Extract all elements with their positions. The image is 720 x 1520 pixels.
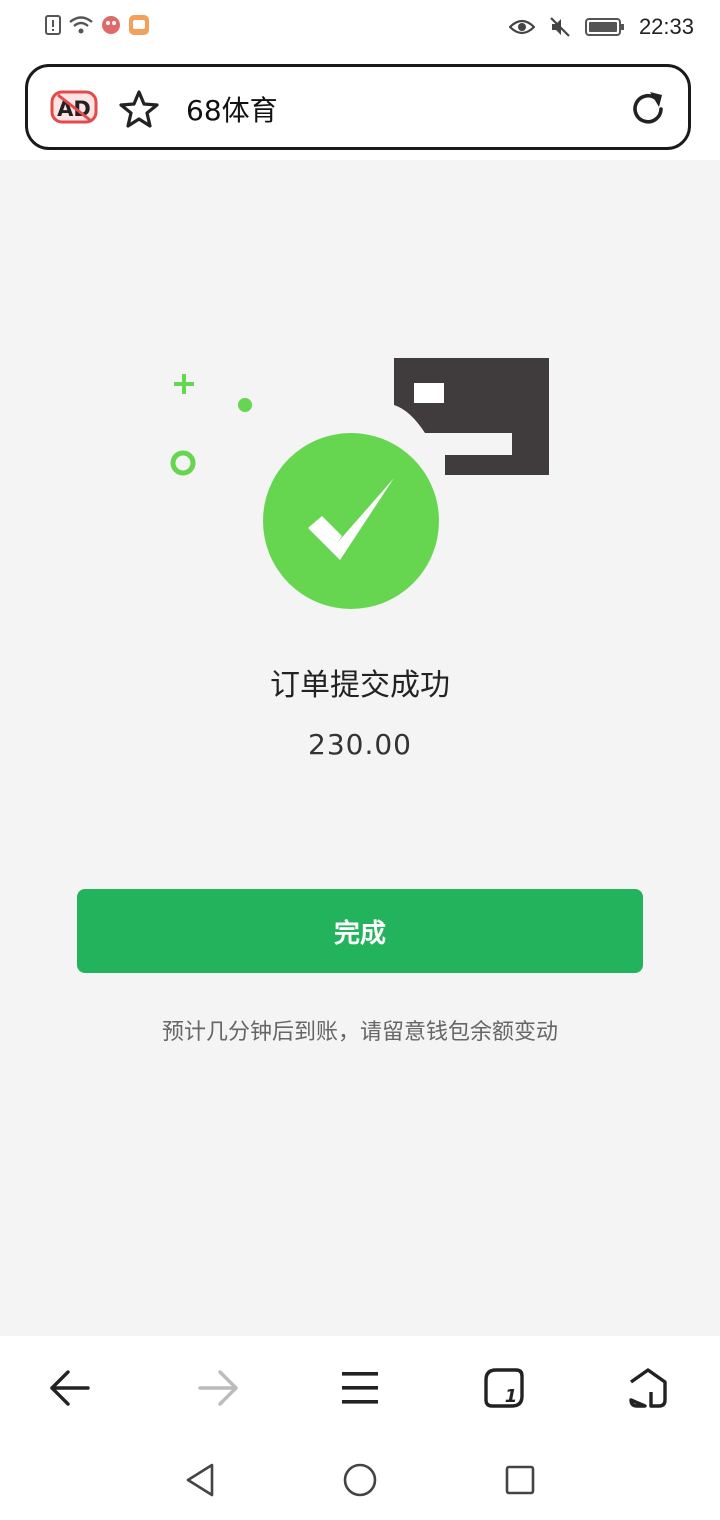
wifi-icon	[69, 16, 93, 34]
app-notification-icon	[102, 16, 120, 34]
eye-icon	[508, 19, 535, 35]
check-circle-icon	[261, 433, 441, 613]
app-notification-icon-2	[129, 15, 149, 35]
address-bar[interactable]: AD 68体育	[25, 64, 691, 150]
tab-count: 1	[505, 1386, 518, 1407]
browser-toolbar: 1	[0, 1336, 720, 1440]
battery-icon	[584, 18, 624, 36]
status-bar: 22:33	[0, 0, 720, 58]
forward-button[interactable]	[188, 1360, 248, 1416]
status-time: 22:33	[638, 14, 694, 39]
alert-icon	[45, 15, 61, 35]
tabs-button[interactable]: 1	[474, 1360, 534, 1416]
system-nav-bar	[0, 1440, 720, 1520]
back-button[interactable]	[40, 1360, 100, 1416]
page-title: 68体育	[186, 94, 278, 127]
back-icon	[50, 1370, 90, 1406]
nav-home-icon	[343, 1463, 377, 1497]
system-back-button[interactable]	[180, 1458, 220, 1502]
system-home-button[interactable]	[340, 1458, 380, 1502]
home-button[interactable]	[618, 1360, 678, 1416]
status-right-icons: 22:33	[508, 14, 694, 40]
mute-icon	[550, 17, 570, 37]
forward-icon	[198, 1370, 238, 1406]
ad-block-icon[interactable]: AD	[50, 89, 98, 125]
main-content: 订单提交成功 230.00 完成 预计几分钟后到账，请留意钱包余额变动	[0, 160, 720, 1336]
star-icon[interactable]	[118, 89, 160, 129]
success-illustration	[170, 358, 549, 613]
address-bar-area: AD 68体育	[0, 58, 720, 160]
dot-decoration-icon	[238, 398, 252, 412]
nav-recents-icon	[505, 1465, 535, 1495]
tabs-icon: 1	[484, 1368, 524, 1408]
home-icon	[629, 1368, 667, 1408]
wallet-card-icon	[394, 358, 549, 475]
status-left-icons	[44, 14, 150, 36]
system-recents-button[interactable]	[500, 1458, 540, 1502]
done-button[interactable]: 完成	[77, 889, 643, 973]
refresh-icon[interactable]	[628, 89, 668, 129]
ring-decoration-icon	[170, 450, 196, 476]
plus-decoration-icon	[174, 374, 194, 394]
nav-back-icon	[186, 1463, 214, 1497]
menu-icon	[342, 1372, 378, 1404]
result-title: 订单提交成功	[270, 668, 450, 703]
result-note: 预计几分钟后到账，请留意钱包余额变动	[161, 1020, 558, 1045]
menu-button[interactable]	[330, 1360, 390, 1416]
result-amount: 230.00	[308, 728, 412, 761]
